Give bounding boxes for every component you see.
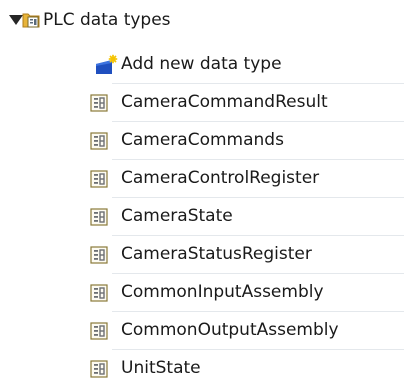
- tree-node-label: PLC data types: [43, 10, 171, 30]
- tree-item-data-type[interactable]: CameraStatusRegister: [0, 236, 404, 273]
- tree-item-data-type[interactable]: CameraCommandResult: [0, 84, 404, 121]
- tree-item-data-type[interactable]: CommonInputAssembly: [0, 274, 404, 311]
- data-type-icon: [90, 170, 108, 188]
- data-type-icon: [90, 246, 108, 264]
- add-new-icon: [96, 54, 118, 74]
- tree-item-label: CameraControlRegister: [121, 168, 320, 188]
- tree-item-label: CameraState: [121, 206, 233, 226]
- project-tree: PLC data types Add new data type CameraC…: [0, 0, 404, 380]
- tree-item-label: CameraCommandResult: [121, 92, 328, 112]
- tree-item-label: CommonOutputAssembly: [121, 320, 339, 340]
- add-new-data-type-label: Add new data type: [121, 54, 282, 74]
- tree-item-label: CameraStatusRegister: [121, 244, 312, 264]
- add-new-data-type-item[interactable]: Add new data type: [0, 46, 404, 83]
- data-type-icon: [90, 94, 108, 112]
- data-type-icon: [90, 208, 108, 226]
- tree-item-label: CommonInputAssembly: [121, 282, 324, 302]
- expand-arrow-icon[interactable]: [9, 15, 23, 25]
- data-type-icon: [90, 132, 108, 150]
- folder-datatype-icon: [22, 13, 40, 28]
- data-type-icon: [90, 322, 108, 340]
- data-type-icon: [90, 284, 108, 302]
- tree-item-label: CameraCommands: [121, 130, 284, 150]
- tree-node-plc-data-types[interactable]: PLC data types: [0, 2, 404, 39]
- tree-item-data-type[interactable]: CameraControlRegister: [0, 160, 404, 197]
- tree-item-data-type[interactable]: CameraCommands: [0, 122, 404, 159]
- data-type-icon: [90, 360, 108, 378]
- tree-item-data-type[interactable]: UnitState: [0, 350, 404, 380]
- tree-item-label: UnitState: [121, 358, 201, 378]
- tree-item-data-type[interactable]: CommonOutputAssembly: [0, 312, 404, 349]
- tree-item-data-type[interactable]: CameraState: [0, 198, 404, 235]
